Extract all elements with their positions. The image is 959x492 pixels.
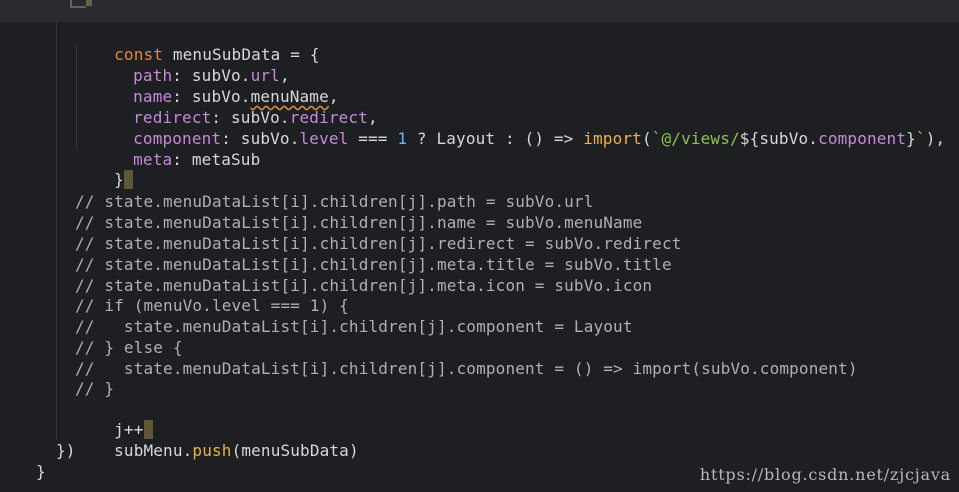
comment-line[interactable]: // state.menuDataList[i].children[j].com…	[75, 317, 633, 337]
comment-line[interactable]: // state.menuDataList[i].children[j].pat…	[75, 192, 594, 212]
watermark-url: https://blog.csdn.net/zjcjava	[699, 465, 951, 484]
property-meta: meta	[133, 150, 173, 169]
code-line[interactable]: subMenu.push(menuSubData)	[75, 421, 359, 460]
code-line[interactable]: j++	[75, 400, 153, 439]
comment-line[interactable]: // state.menuDataList[i].children[j].red…	[75, 234, 682, 254]
previous-line-fragment	[70, 0, 86, 8]
comment-line[interactable]: // }	[75, 379, 114, 399]
comment-line[interactable]: // state.menuDataList[i].children[j].com…	[75, 359, 858, 379]
comment-line[interactable]: // state.menuDataList[i].children[j].met…	[75, 255, 672, 275]
code-line[interactable]: redirect: subVo.redirect,	[94, 88, 378, 127]
number-literal: 1	[397, 129, 408, 148]
comment-line[interactable]: // } else {	[75, 338, 183, 358]
code-line[interactable]: })	[56, 441, 76, 461]
code-line[interactable]: name: subVo.menuName,	[94, 67, 339, 106]
code-line[interactable]: path: subVo.url,	[94, 46, 290, 85]
comment-line[interactable]: // state.menuDataList[i].children[j].met…	[75, 276, 652, 296]
code-line[interactable]: meta: metaSub	[94, 130, 260, 169]
previous-line-strip	[0, 0, 959, 22]
code-line[interactable]: component: subVo.level === 1 ? Layout : …	[94, 109, 945, 148]
previous-line-cursor	[86, 0, 92, 6]
bracket-match-highlight	[123, 170, 133, 189]
comment-line[interactable]: // state.menuDataList[i].children[j].nam…	[75, 213, 642, 233]
code-line[interactable]: const menuSubData = {	[75, 25, 320, 64]
comment-line[interactable]: // if (menuVo.level === 1) {	[75, 296, 349, 316]
indent-guide	[56, 22, 57, 440]
function-import: import	[583, 129, 642, 148]
closing-brace: }	[114, 170, 124, 189]
code-line[interactable]: }	[36, 462, 46, 482]
template-string: `@/views/	[651, 129, 740, 148]
code-editor[interactable]: const menuSubData = { path: subVo.url, n…	[0, 0, 959, 492]
method-push: push	[192, 441, 232, 460]
code-line[interactable]: }	[75, 150, 133, 189]
